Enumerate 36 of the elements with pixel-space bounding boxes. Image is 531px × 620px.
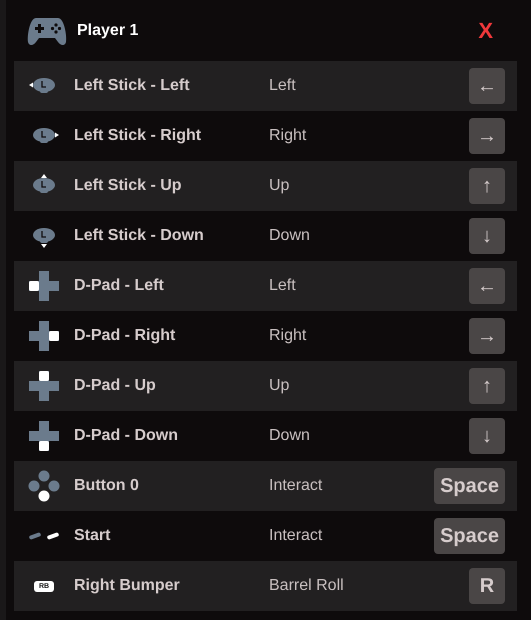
input-name: Right Bumper [74,577,181,595]
action-label: Interact [269,477,324,495]
action-label: Up [269,177,290,195]
action-label: Barrel Roll [269,577,345,595]
action-label: Left [269,277,297,295]
action-label: Right [269,327,308,345]
action-label: Interact [269,527,324,545]
key-button[interactable]: → [469,318,505,354]
key-button[interactable]: ← [469,68,505,104]
input-name: Left Stick - Down [74,227,205,245]
input-name: D-Pad - Up [74,377,157,395]
input-name: D-Pad - Left [74,277,165,295]
input-name: Left Stick - Right [74,127,202,145]
start-select-icon [28,530,60,542]
input-name: D-Pad - Down [74,427,179,445]
action-label: Left [269,77,297,95]
key-button[interactable]: R [469,568,505,604]
key-button[interactable]: ↑ [469,368,505,404]
close-button[interactable]: X [472,18,499,44]
key-button[interactable]: ↓ [469,418,505,454]
key-button[interactable]: Space [434,468,505,504]
key-button[interactable]: ↓ [469,218,505,254]
action-label: Up [269,377,290,395]
action-label: Down [269,227,311,245]
player-title: Player 1 [77,22,140,40]
action-label: Down [269,427,311,445]
input-name: Left Stick - Up [74,177,183,195]
input-name: Left Stick - Left [74,77,191,95]
input-name: Start [74,527,112,545]
key-button[interactable]: ↑ [469,168,505,204]
key-button[interactable]: Space [434,518,505,554]
key-button[interactable]: ← [469,268,505,304]
input-name: D-Pad - Right [74,327,176,345]
key-button[interactable]: → [469,118,505,154]
input-name: Button 0 [74,477,140,495]
action-label: Right [269,127,308,145]
